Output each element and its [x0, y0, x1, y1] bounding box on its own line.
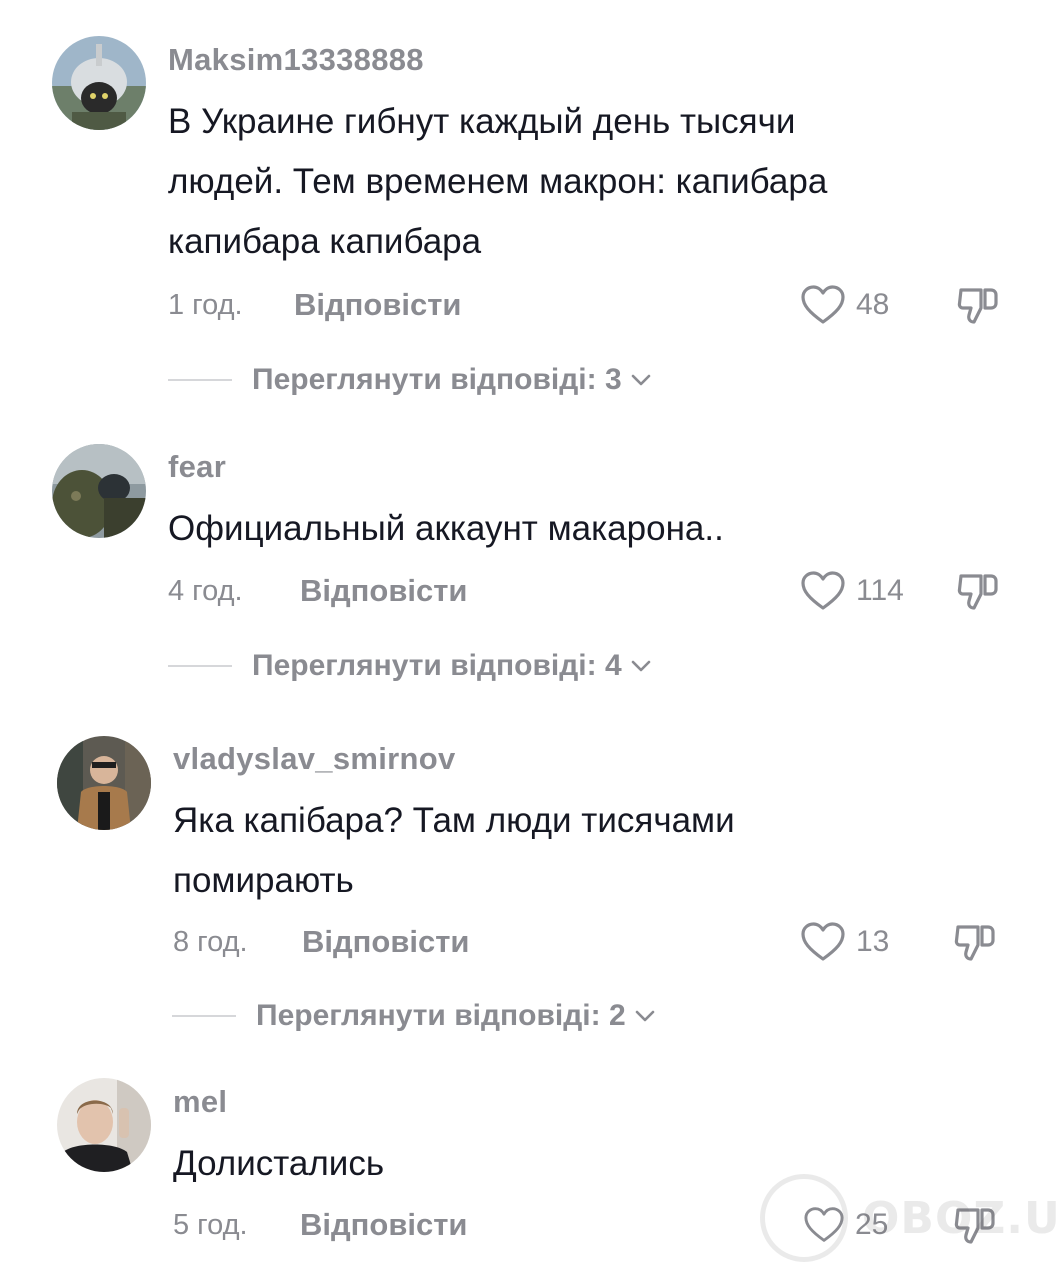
avatar[interactable]: [52, 444, 146, 538]
like-count: 114: [856, 574, 904, 607]
view-replies-button[interactable]: Переглянути відповіді: 4: [168, 646, 652, 686]
username[interactable]: mel: [173, 1084, 227, 1120]
dislike-button[interactable]: [952, 919, 998, 965]
thumbs-down-icon: [957, 574, 998, 610]
heart-outline-icon: [804, 1207, 844, 1242]
view-replies-button[interactable]: Переглянути відповіді: 3: [168, 360, 652, 400]
comment-time: 4 год.: [168, 575, 243, 607]
reply-button[interactable]: Відповісти: [300, 1207, 468, 1243]
thumbs-down-icon: [954, 925, 995, 961]
reply-button[interactable]: Відповісти: [302, 924, 470, 960]
like-button[interactable]: 13: [800, 919, 889, 965]
comment-time: 8 год.: [173, 926, 248, 958]
chevron-down-icon: [631, 660, 650, 672]
comment-text-line: помирають: [173, 861, 354, 900]
dislike-button[interactable]: [955, 568, 1001, 614]
username[interactable]: vladyslav_smirnov: [173, 741, 456, 777]
like-button[interactable]: 48: [800, 282, 889, 328]
view-replies-label: Переглянути відповіді: 3: [252, 363, 622, 396]
reply-button[interactable]: Відповісти: [294, 287, 462, 323]
comment-text-line: В Украине гибнут каждый день тысячи: [168, 102, 796, 141]
comment-text-line: Яка капібара? Там люди тисячами: [173, 801, 735, 840]
dislike-button[interactable]: [955, 282, 1001, 328]
comment-text: Официальный аккаунт макарона..: [168, 499, 724, 559]
comment-text: Долистались: [173, 1134, 384, 1194]
heart-outline-icon: [801, 285, 845, 324]
like-count: 13: [856, 925, 890, 958]
comment-text-line: Официальный аккаунт макарона..: [168, 509, 724, 548]
username[interactable]: fear: [168, 449, 226, 485]
heart-outline-icon: [801, 922, 845, 961]
comment-text: Яка капібара? Там люди тисячами помирают…: [173, 791, 735, 911]
comment-text-line: капибара капибара: [168, 222, 482, 261]
thumbs-down-icon: [954, 1208, 995, 1244]
view-replies-button[interactable]: Переглянути відповіді: 2: [172, 996, 656, 1036]
like-button[interactable]: 114: [800, 568, 904, 614]
dislike-button[interactable]: [952, 1202, 998, 1248]
chevron-down-icon: [635, 1010, 654, 1022]
like-count: 25: [855, 1208, 889, 1241]
comment-time: 5 год.: [173, 1209, 248, 1241]
comment-text-line: людей. Тем временем макрон: капибара: [168, 162, 828, 201]
username[interactable]: Maksim13338888: [168, 42, 424, 78]
replies-divider: [168, 379, 232, 381]
avatar[interactable]: [57, 736, 151, 830]
view-replies-label: Переглянути відповіді: 4: [252, 649, 622, 682]
comment-text: В Украине гибнут каждый день тысячи люде…: [168, 92, 827, 272]
replies-divider: [172, 1015, 236, 1017]
replies-divider: [168, 665, 232, 667]
heart-outline-icon: [801, 571, 845, 610]
like-button[interactable]: 25: [803, 1202, 888, 1248]
thumbs-down-icon: [957, 288, 998, 324]
view-replies-label: Переглянути відповіді: 2: [256, 999, 626, 1032]
chevron-down-icon: [631, 374, 650, 386]
comment-text-line: Долистались: [173, 1144, 385, 1183]
reply-button[interactable]: Відповісти: [300, 573, 468, 609]
comment-time: 1 год.: [168, 289, 243, 321]
avatar[interactable]: [52, 36, 146, 130]
avatar[interactable]: [57, 1078, 151, 1172]
like-count: 48: [856, 288, 890, 321]
